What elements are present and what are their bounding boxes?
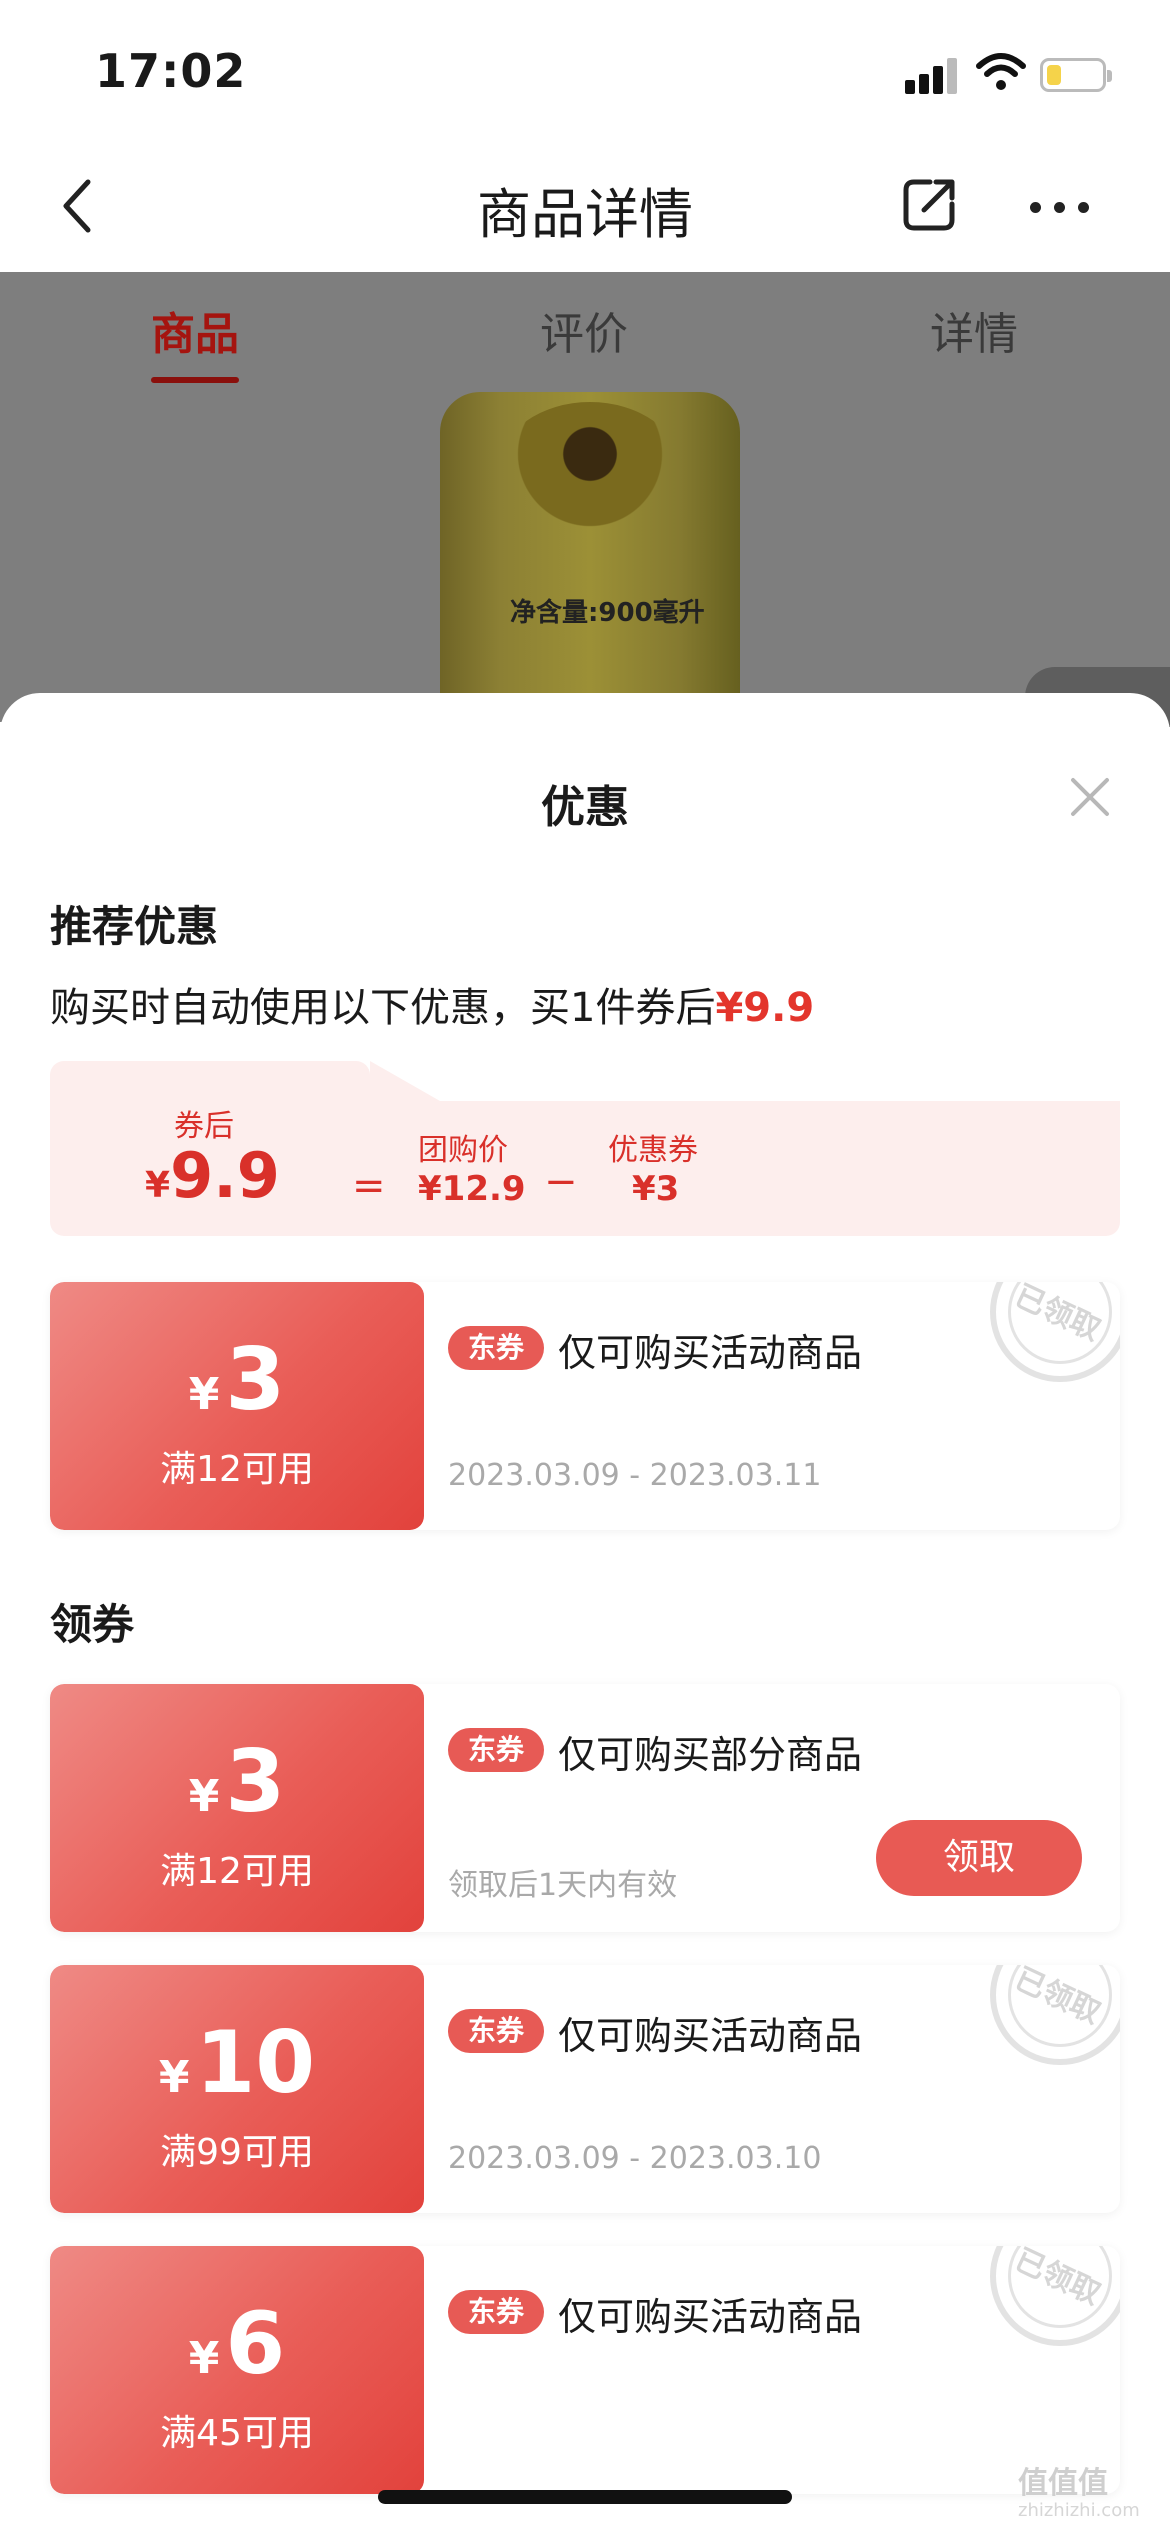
- coupon-badge: 东券: [448, 1326, 544, 1370]
- status-bar: 17:02: [0, 0, 1170, 140]
- watermark-logo: 值值值: [1018, 2466, 1108, 2501]
- claimed-stamp-icon: 已领取: [990, 1965, 1120, 2065]
- coupon-date: 2023.03.09 - 2023.03.11: [448, 1458, 822, 1493]
- status-time: 17:02: [95, 44, 247, 98]
- recommend-subtitle: 购买时自动使用以下优惠，买1件券后¥9.9: [50, 975, 814, 1033]
- coupon-value-panel: ¥3 满12可用: [50, 1282, 424, 1530]
- tab-product[interactable]: 商品: [151, 298, 239, 362]
- dimmed-background: 商品 评价 详情 净含量:900毫升: [0, 272, 1170, 727]
- claimed-stamp-icon: 已领取: [990, 1282, 1120, 1382]
- coupon-amount: ¥3: [188, 1732, 286, 1832]
- claim-coupon-button[interactable]: 领取: [876, 1820, 1082, 1896]
- product-image: 净含量:900毫升: [440, 392, 740, 722]
- claimed-stamp-icon: 已领取: [990, 2246, 1120, 2346]
- coupon-date: 2023.03.09 - 2023.03.10: [448, 2141, 822, 2176]
- coupon-description: 仅可购买活动商品: [558, 2014, 863, 2058]
- group-price-value: ¥12.9: [418, 1169, 526, 1209]
- coupon-description: 仅可购买活动商品: [558, 2295, 863, 2339]
- group-price-label: 团购价: [418, 1133, 508, 1168]
- page-title: 商品详情: [477, 183, 693, 246]
- coupon-condition: 满12可用: [160, 1851, 314, 1892]
- nav-bar: 商品详情: [0, 140, 1170, 272]
- coupon-amount: ¥10: [158, 2013, 316, 2113]
- coupon-card: ¥3 满12可用 东券 仅可购买部分商品 领取后1天内有效 领取: [50, 1684, 1120, 1932]
- wifi-icon: [976, 53, 1026, 90]
- coupon-description: 仅可购买部分商品: [558, 1733, 863, 1777]
- equals-sign: =: [352, 1163, 386, 1209]
- cellular-signal-icon: [905, 58, 957, 94]
- minus-sign: −: [544, 1159, 578, 1205]
- product-volume-label: 净含量:900毫升: [510, 598, 705, 628]
- coupon-amount: ¥6: [188, 2294, 286, 2394]
- sheet-title: 优惠: [541, 782, 629, 833]
- recommend-heading: 推荐优惠: [50, 902, 219, 951]
- coupon-value-panel: ¥6 满45可用: [50, 2246, 424, 2494]
- coupon-condition: 满12可用: [160, 1449, 314, 1490]
- coupon-label: 优惠券: [608, 1133, 698, 1168]
- coupon-value: ¥3: [632, 1169, 680, 1209]
- home-indicator[interactable]: [378, 2490, 792, 2504]
- coupon-validity: 领取后1天内有效: [448, 1868, 678, 1903]
- coupon-condition: 满45可用: [160, 2413, 314, 2454]
- more-icon[interactable]: [1030, 198, 1102, 217]
- tab-details[interactable]: 详情: [930, 298, 1018, 362]
- claim-heading: 领券: [50, 1600, 135, 1649]
- coupon-description: 仅可购买活动商品: [558, 1331, 863, 1375]
- coupon-value-panel: ¥3 满12可用: [50, 1684, 424, 1932]
- coupon-condition: 满99可用: [160, 2132, 314, 2173]
- coupon-amount: ¥3: [188, 1330, 286, 1430]
- sunflower-graphic: [500, 402, 680, 532]
- coupon-card: ¥6 满45可用 东券 仅可购买活动商品 已领取: [50, 2246, 1120, 2494]
- close-icon[interactable]: [1068, 775, 1112, 819]
- after-coupon-price: ¥9.9: [145, 1139, 280, 1212]
- coupon-value-panel: ¥10 满99可用: [50, 1965, 424, 2213]
- tab-underline: [151, 377, 239, 383]
- coupon-badge: 东券: [448, 2009, 544, 2053]
- coupon-card: ¥10 满99可用 东券 仅可购买活动商品 2023.03.09 - 2023.…: [50, 1965, 1120, 2213]
- coupon-badge: 东券: [448, 2290, 544, 2334]
- discount-sheet: 优惠 推荐优惠 购买时自动使用以下优惠，买1件券后¥9.9 券后 ¥9.9 = …: [0, 693, 1170, 2532]
- tab-reviews[interactable]: 评价: [540, 298, 628, 362]
- price-calculation: 券后 ¥9.9 = 团购价 ¥12.9 − 优惠券 ¥3: [50, 1061, 1120, 1236]
- share-icon[interactable]: [900, 174, 960, 234]
- recommend-price: ¥9.9: [715, 985, 815, 1031]
- coupon-badge: 东券: [448, 1728, 544, 1772]
- product-tabs: 商品 评价 详情: [0, 272, 1170, 383]
- recommend-subtitle-text: 购买时自动使用以下优惠，买1件券后: [50, 985, 716, 1031]
- battery-icon: [1040, 58, 1112, 92]
- applied-coupon-card: ¥3 满12可用 东券 仅可购买活动商品 2023.03.09 - 2023.0…: [50, 1282, 1120, 1530]
- watermark-site: zhizhizhi.com: [1018, 2500, 1140, 2521]
